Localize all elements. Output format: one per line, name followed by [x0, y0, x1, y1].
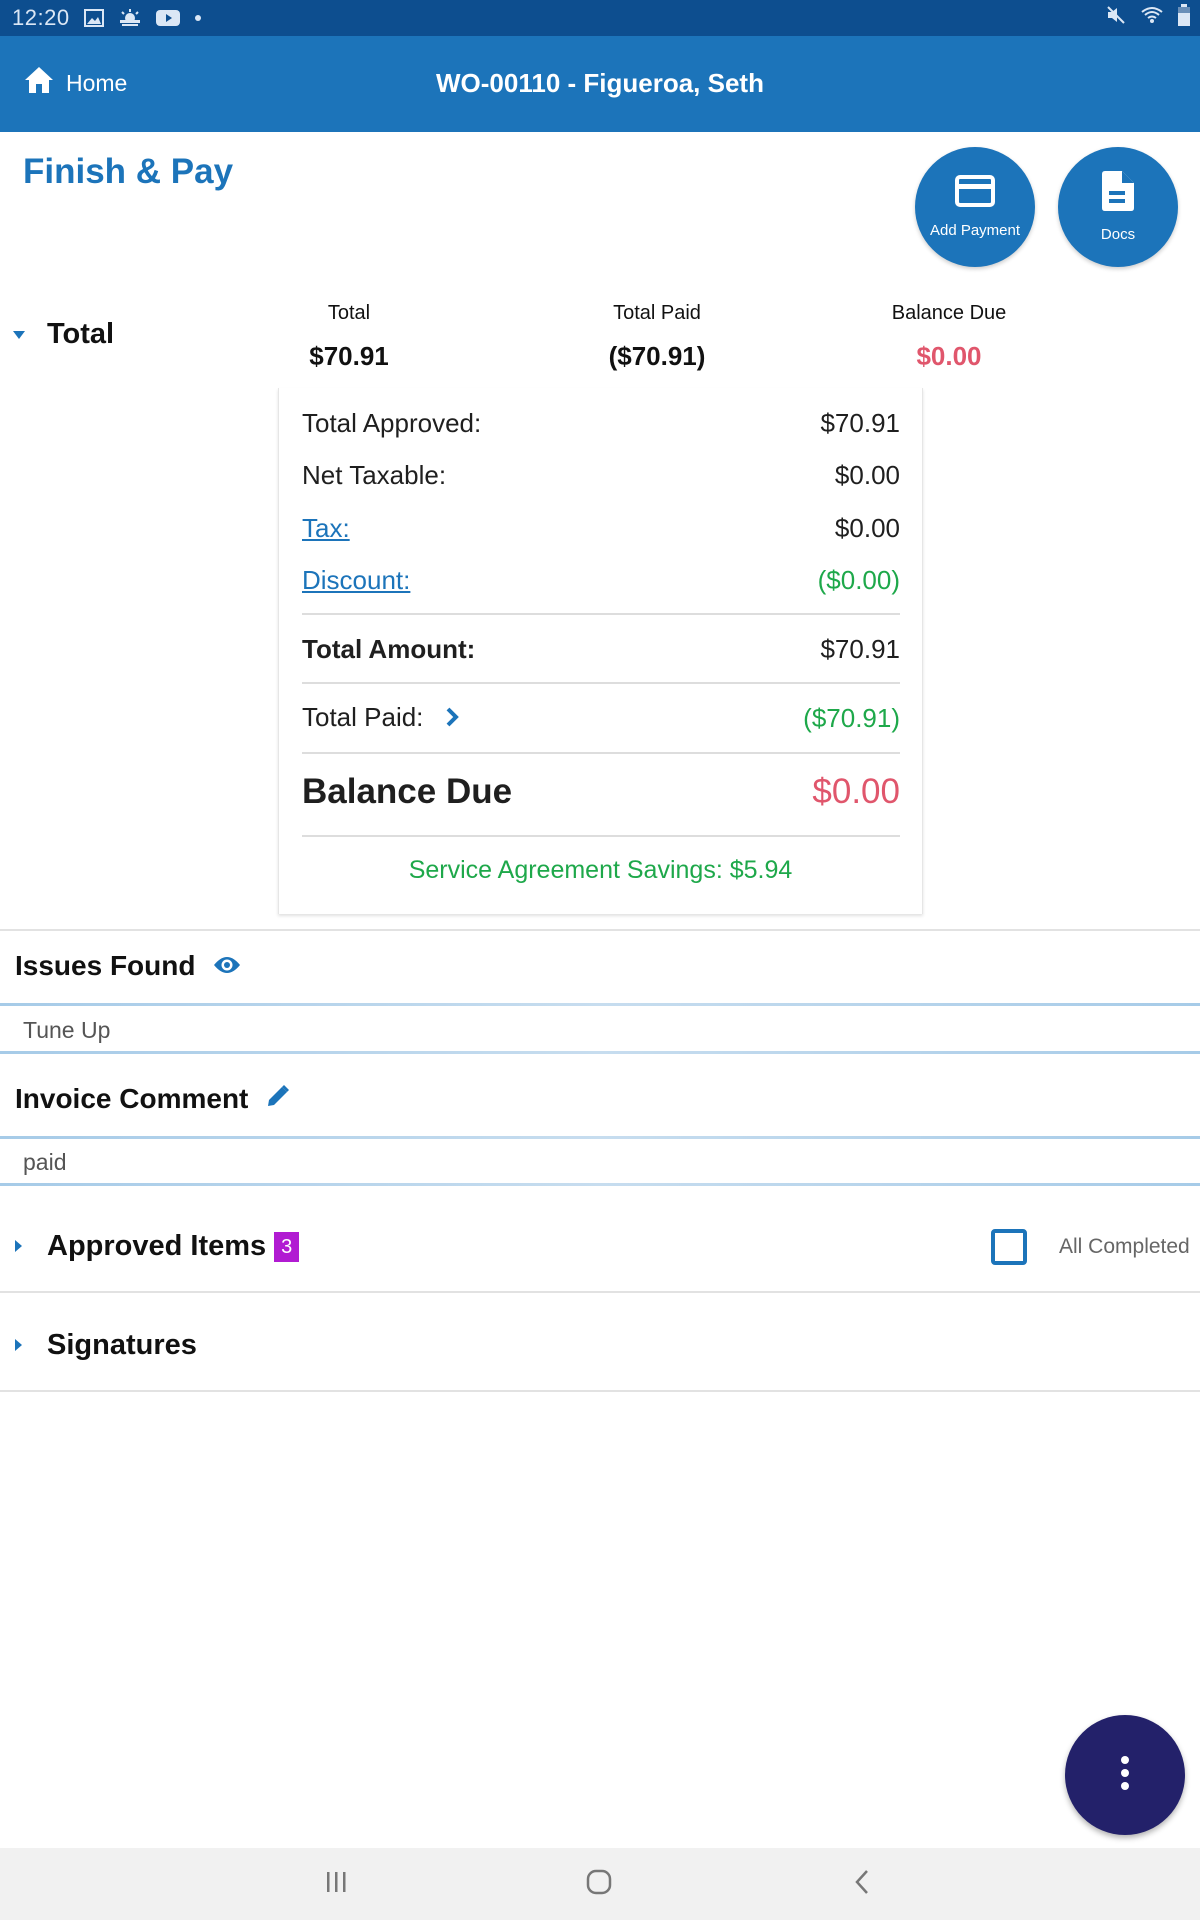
- total-amount-label: Total Amount:: [302, 634, 476, 664]
- add-payment-button[interactable]: Add Payment: [915, 147, 1035, 267]
- youtube-icon: [155, 9, 180, 27]
- collapse-total-toggle[interactable]: [13, 331, 25, 339]
- net-taxable-value: $0.00: [834, 460, 900, 490]
- divider: [302, 835, 900, 837]
- invoice-comment-text: paid: [23, 1149, 67, 1175]
- discount-value: ($0.00): [817, 565, 900, 595]
- more-vert-icon: [1120, 1755, 1130, 1796]
- pencil-icon[interactable]: [266, 1083, 290, 1115]
- total-approved-row: Total Approved: $70.91: [302, 408, 900, 439]
- notification-dot-icon: [194, 14, 202, 22]
- weather-icon: [118, 9, 142, 27]
- expand-signatures-toggle[interactable]: [15, 1339, 22, 1351]
- balance-due-row: Balance Due $0.00: [302, 772, 900, 812]
- status-bar: 12:20: [0, 0, 1200, 36]
- divider: [302, 752, 900, 754]
- issues-found-text: Tune Up: [23, 1017, 111, 1043]
- balance-due-value: $0.00: [812, 772, 900, 811]
- summary-total-value: $70.91: [309, 341, 389, 371]
- tax-row: Tax: $0.00: [302, 513, 900, 544]
- all-completed-checkbox[interactable]: [991, 1229, 1027, 1265]
- add-payment-label: Add Payment: [929, 222, 1021, 239]
- home-circle-icon: [586, 1869, 612, 1900]
- work-order-title: WO-00110 - Figueroa, Seth: [436, 68, 764, 98]
- divider: [302, 682, 900, 684]
- signatures-heading[interactable]: Signatures: [47, 1329, 197, 1362]
- system-navigation-bar: [0, 1848, 1200, 1920]
- summary-total-label: Total: [327, 302, 371, 324]
- home-nav-button[interactable]: [569, 1864, 629, 1904]
- approved-items-count-badge: 3: [274, 1231, 300, 1262]
- docs-button[interactable]: Docs: [1058, 147, 1178, 267]
- total-approved-label: Total Approved:: [302, 408, 482, 438]
- battery-icon: [1178, 4, 1190, 32]
- page-title: Finish & Pay: [23, 152, 234, 191]
- summary-total-paid: Total Paid ($70.91): [537, 302, 777, 372]
- net-taxable-label: Net Taxable:: [302, 460, 447, 490]
- gallery-icon: [83, 9, 104, 27]
- service-agreement-savings: Service Agreement Savings: $5.94: [408, 856, 793, 884]
- total-paid-value: ($70.91): [803, 702, 900, 733]
- back-chevron-icon: [854, 1869, 870, 1900]
- expand-approved-items-toggle[interactable]: [15, 1240, 22, 1252]
- section-divider: [0, 1003, 1200, 1006]
- eye-icon[interactable]: [213, 950, 241, 982]
- section-divider: [0, 1390, 1200, 1392]
- balance-due-label: Balance Due: [302, 772, 513, 811]
- total-approved-value: $70.91: [820, 408, 900, 438]
- wifi-icon: [1140, 5, 1164, 31]
- all-completed-label: All Completed: [1059, 1235, 1190, 1258]
- summary-due-value: $0.00: [916, 341, 982, 371]
- document-icon: [1102, 171, 1134, 216]
- recent-apps-icon: [325, 1870, 347, 1899]
- more-actions-button[interactable]: [1065, 1715, 1185, 1835]
- issues-found-heading: Issues Found: [15, 950, 241, 982]
- recent-apps-button[interactable]: [306, 1864, 366, 1904]
- back-button[interactable]: [832, 1864, 892, 1904]
- status-time: 12:20: [12, 5, 70, 30]
- summary-paid-label: Total Paid: [613, 302, 701, 324]
- summary-paid-value: ($70.91): [608, 341, 706, 371]
- app-bar: Home WO-00110 - Figueroa, Seth: [0, 36, 1200, 132]
- divider: [302, 613, 900, 615]
- total-paid-row[interactable]: Total Paid: ($70.91): [302, 702, 900, 735]
- discount-row: Discount: ($0.00): [302, 565, 900, 596]
- summary-due-label: Balance Due: [891, 302, 1007, 324]
- section-divider: [0, 1136, 1200, 1139]
- chevron-right-icon[interactable]: [445, 704, 459, 735]
- approved-items-heading[interactable]: Approved Items 3: [47, 1230, 300, 1263]
- summary-balance-due: Balance Due $0.00: [829, 302, 1069, 372]
- mute-icon: [1106, 5, 1126, 31]
- summary-total: Total $70.91: [229, 302, 469, 372]
- credit-card-icon: [955, 175, 995, 212]
- section-divider: [0, 1291, 1200, 1293]
- total-section-heading: Total: [47, 318, 115, 350]
- section-divider: [0, 929, 1200, 931]
- discount-link[interactable]: Discount:: [302, 565, 410, 596]
- invoice-comment-heading: Invoice Comment: [15, 1083, 290, 1115]
- totals-detail-card: Total Approved: $70.91 Net Taxable: $0.0…: [278, 388, 923, 914]
- total-paid-label: Total Paid:: [302, 702, 424, 732]
- total-amount-row: Total Amount: $70.91: [302, 634, 900, 665]
- section-divider: [0, 1051, 1200, 1054]
- net-taxable-row: Net Taxable: $0.00: [302, 460, 900, 491]
- tax-value: $0.00: [834, 513, 900, 543]
- docs-label: Docs: [1100, 226, 1136, 243]
- section-divider: [0, 1183, 1200, 1186]
- total-amount-value: $70.91: [820, 634, 900, 664]
- tax-link[interactable]: Tax:: [302, 513, 350, 544]
